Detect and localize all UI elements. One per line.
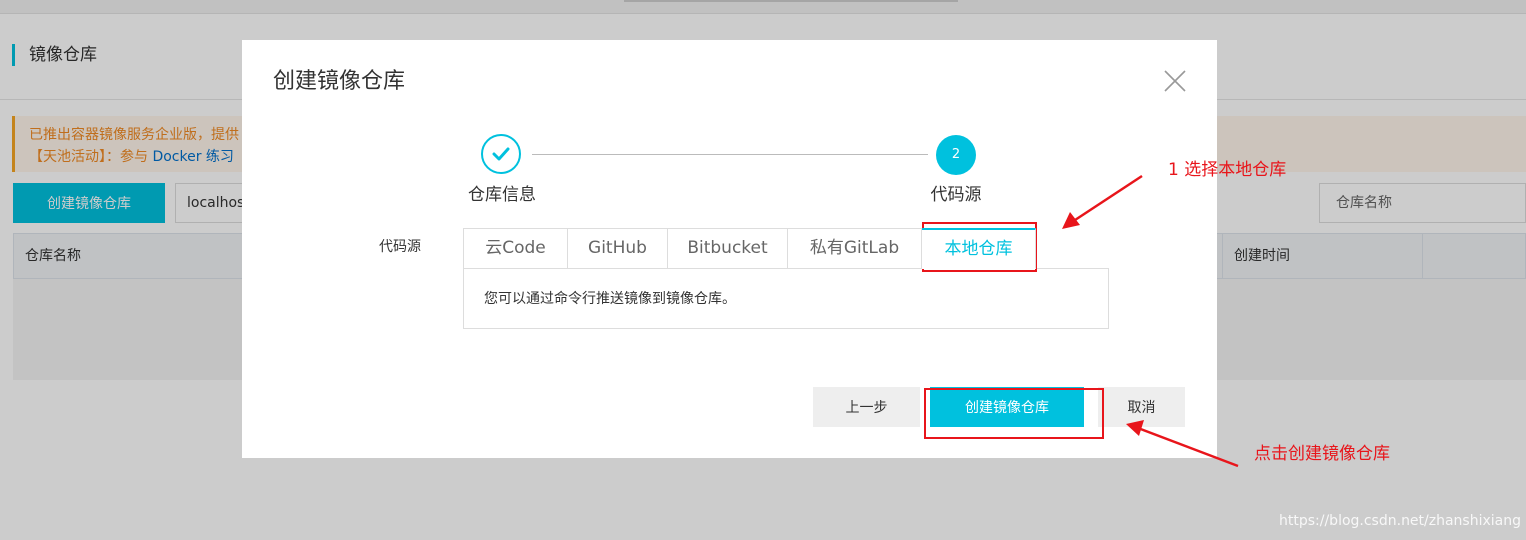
annotation-text-2: 点击创建镜像仓库: [1254, 444, 1390, 464]
tab-local-repo[interactable]: 本地仓库: [922, 228, 1036, 269]
annotation-arrow-2-head: [1126, 420, 1144, 436]
annotation-text-1: 1 选择本地仓库: [1168, 160, 1287, 180]
watermark: https://blog.csdn.net/zhanshixiang: [1279, 513, 1521, 529]
annotation-arrow-1-head: [1062, 212, 1080, 229]
annotation-arrow-1: [1071, 174, 1143, 224]
annotation-arrow-2: [1137, 426, 1239, 468]
